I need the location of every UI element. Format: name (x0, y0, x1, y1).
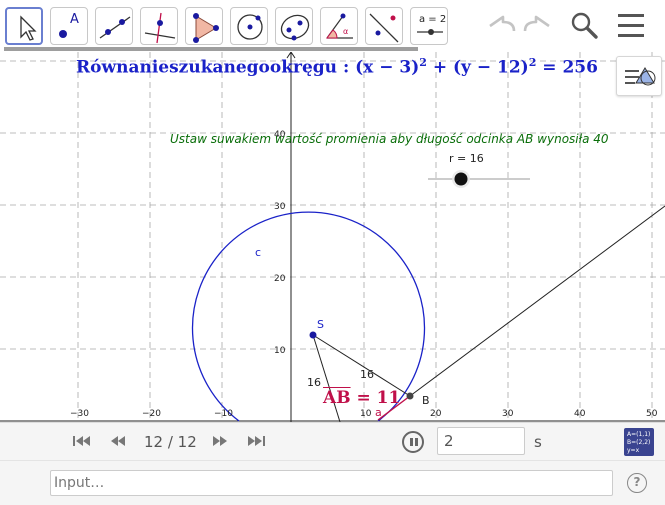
graphics-canvas[interactable]: −30 −20 −10 10 20 30 40 50 40 30 20 10 c… (0, 52, 665, 422)
style-bar-toggle-button[interactable] (616, 56, 662, 96)
y-tick-label: 10 (274, 346, 286, 356)
style-bar-icon (625, 67, 656, 86)
play-speed-input[interactable]: 2 (437, 427, 525, 455)
slider-icon (417, 29, 443, 35)
algebra-view-toggle-button[interactable]: A=(1,1) B=(2,2) y=x (624, 428, 654, 456)
toolbar-scroll-indicator (4, 47, 418, 51)
x-tick-label: −20 (142, 409, 161, 419)
algebra-toggle-line: y=x (627, 447, 640, 454)
toolbar: A α a = 2 (0, 0, 665, 52)
last-step-icon[interactable] (246, 433, 266, 449)
ellipse-icon (280, 14, 310, 41)
polygon-icon (193, 13, 219, 43)
segment-length-label: 16 (360, 368, 374, 381)
x-tick-label: 20 (430, 409, 442, 419)
reflect-icon (369, 13, 399, 43)
segment-length-label: 16 (307, 376, 321, 389)
point-tool-button[interactable]: A (50, 7, 88, 45)
circle-label: c (255, 246, 261, 259)
angle-tool-button[interactable]: α (320, 7, 358, 45)
pause-button[interactable] (402, 431, 424, 453)
polygon-tool-button[interactable] (185, 7, 223, 45)
x-tick-label: 10 (360, 409, 372, 419)
input-bar: Input… ? (0, 460, 665, 505)
point-s[interactable] (309, 331, 317, 339)
circle-equation-text[interactable]: Równanieszukanegookręgu : (x − 3)2 + (y … (76, 56, 598, 78)
point-tool-label: A (70, 12, 79, 27)
slider-tool-button[interactable]: a = 2 (410, 7, 448, 45)
search-icon[interactable] (571, 12, 598, 39)
step-counter: 12 / 12 (144, 433, 197, 451)
circle-tool-button[interactable] (230, 7, 268, 45)
arrow-cursor-icon (20, 15, 37, 41)
x-tick-label: 30 (502, 409, 514, 419)
menu-icon[interactable] (618, 14, 644, 37)
svg-text:α: α (343, 27, 348, 36)
undo-icon[interactable] (489, 15, 516, 32)
x-tick-label: 40 (574, 409, 586, 419)
algebra-toggle-line: A=(1,1) (627, 431, 651, 438)
slider-knob[interactable] (454, 172, 468, 186)
algebra-input-field[interactable]: Input… (50, 470, 613, 496)
tangent-line[interactable] (409, 205, 665, 397)
first-step-icon[interactable] (72, 433, 92, 449)
ab-length-text[interactable]: AB = 11 (323, 388, 400, 408)
y-tick-label: 30 (274, 202, 286, 212)
point-b-label: B (422, 394, 430, 407)
help-icon[interactable]: ? (627, 473, 647, 493)
conic-tool-button[interactable] (275, 7, 313, 45)
point-b[interactable] (406, 392, 414, 400)
grid (0, 52, 665, 422)
angle-icon: α (326, 13, 353, 39)
perpendicular-line-icon (144, 12, 176, 44)
graphics-view[interactable]: −30 −20 −10 10 20 30 40 50 40 30 20 10 c… (0, 52, 665, 422)
slider-r-label: r = 16 (449, 152, 484, 165)
y-tick-label: 20 (274, 274, 286, 284)
perpendicular-line-tool-button[interactable] (140, 7, 178, 45)
line-tool-button[interactable] (95, 7, 133, 45)
construction-navigation-bar: 12 / 12 2 s A=(1,1) B=(2,2) y=x (0, 422, 665, 460)
move-tool-button[interactable] (5, 7, 43, 45)
line-icon (99, 16, 131, 39)
circle-icon (237, 14, 263, 40)
reflect-tool-button[interactable] (365, 7, 403, 45)
algebra-toggle-line: B=(2,2) (627, 439, 651, 446)
next-step-icon[interactable] (210, 433, 230, 449)
x-tick-label: −30 (70, 409, 89, 419)
instruction-text[interactable]: Ustaw suwakiem wartość promienia aby dłu… (170, 132, 609, 146)
segment-sb[interactable] (312, 334, 411, 397)
point-s-label: S (317, 318, 324, 331)
x-tick-label: −10 (214, 409, 233, 419)
play-speed-unit: s (534, 433, 542, 451)
redo-icon[interactable] (523, 15, 550, 32)
x-tick-label: 50 (646, 409, 658, 419)
previous-step-icon[interactable] (108, 433, 128, 449)
